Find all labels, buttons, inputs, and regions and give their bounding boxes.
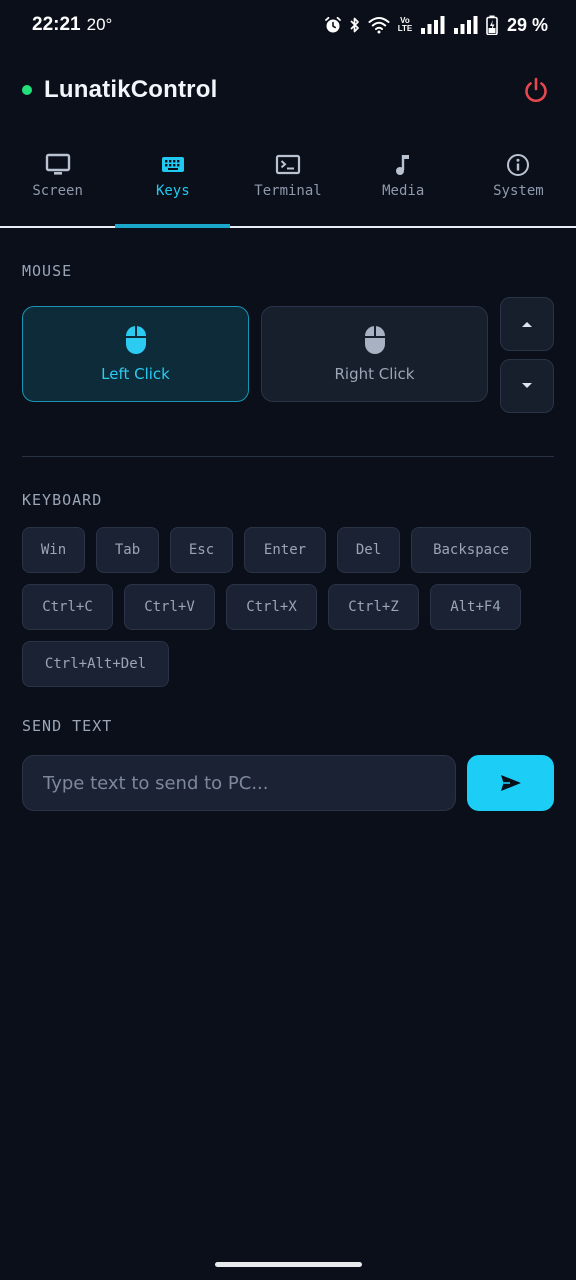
send-icon <box>500 775 521 791</box>
power-icon <box>525 77 547 102</box>
scroll-down-button[interactable] <box>500 359 554 413</box>
wifi-icon <box>368 17 390 34</box>
music-note-icon <box>396 155 410 175</box>
mouse-section-label: MOUSE <box>22 262 73 280</box>
scroll-up-button[interactable] <box>500 297 554 351</box>
app-header: LunatikControl <box>0 66 576 114</box>
keyboard-section-label: KEYBOARD <box>22 491 103 509</box>
key-enter-button[interactable]: Enter <box>244 527 326 573</box>
key-tab-button[interactable]: Tab <box>96 527 159 573</box>
battery-charging-icon <box>486 15 498 35</box>
signal-icon <box>453 16 478 34</box>
monitor-icon <box>45 153 70 175</box>
mouse-icon <box>125 326 146 354</box>
key-backspace-button[interactable]: Backspace <box>411 527 531 573</box>
key-del-button[interactable]: Del <box>337 527 400 573</box>
terminal-icon <box>275 154 301 175</box>
tab-media[interactable]: Media <box>346 140 461 226</box>
send-text-input[interactable] <box>22 755 456 811</box>
volte-label: Vo LTE <box>397 16 413 33</box>
tab-system[interactable]: System <box>461 140 576 226</box>
key-ctrl-z-button[interactable]: Ctrl+Z <box>328 584 419 630</box>
key-esc-button[interactable]: Esc <box>170 527 233 573</box>
left-click-button[interactable]: Left Click <box>22 306 249 402</box>
tab-label: Media <box>382 183 425 199</box>
tab-keys[interactable]: Keys <box>115 140 231 228</box>
section-divider <box>22 456 554 457</box>
key-ctrl-v-button[interactable]: Ctrl+V <box>124 584 215 630</box>
right-click-label: Right Click <box>334 365 415 383</box>
key-ctrl-x-button[interactable]: Ctrl+X <box>226 584 317 630</box>
info-icon <box>507 154 530 176</box>
power-button[interactable] <box>516 70 556 110</box>
keyboard-icon <box>161 157 184 172</box>
status-temperature: 20° <box>86 15 113 34</box>
caret-down-icon <box>522 383 532 388</box>
mouse-icon <box>364 326 385 354</box>
key-win-button[interactable]: Win <box>22 527 85 573</box>
status-time: 22:21 <box>32 14 81 35</box>
status-left: 22:21 20° <box>32 14 112 36</box>
tab-terminal[interactable]: Terminal <box>230 140 345 226</box>
key-ctrl-c-button[interactable]: Ctrl+C <box>22 584 113 630</box>
bluetooth-icon <box>350 17 359 33</box>
battery-percent: 29 % <box>506 14 548 35</box>
status-icons: Vo LTE 29 % <box>324 15 548 36</box>
tab-screen[interactable]: Screen <box>0 140 115 226</box>
tab-label: System <box>493 183 544 199</box>
key-alt-f4-button[interactable]: Alt+F4 <box>430 584 521 630</box>
app-title: LunatikControl <box>44 76 218 103</box>
right-click-button[interactable]: Right Click <box>261 306 488 402</box>
key-ctrl-alt-del-button[interactable]: Ctrl+Alt+Del <box>22 641 169 687</box>
tab-label: Terminal <box>254 183 322 199</box>
left-click-label: Left Click <box>101 365 170 383</box>
alarm-icon <box>325 16 341 33</box>
send-button[interactable] <box>467 755 554 811</box>
caret-up-icon <box>522 322 532 327</box>
home-indicator[interactable] <box>215 1262 362 1267</box>
signal-icon <box>420 16 445 34</box>
tab-bar: Screen Keys Terminal Media System <box>0 140 576 228</box>
tab-label: Screen <box>32 183 83 199</box>
header-left: LunatikControl <box>22 76 217 104</box>
send-text-section-label: SEND TEXT <box>22 717 113 735</box>
tab-label: Keys <box>155 183 190 199</box>
status-bar: 22:21 20° Vo LTE 29 % <box>0 0 576 50</box>
connection-status-dot <box>22 85 32 95</box>
